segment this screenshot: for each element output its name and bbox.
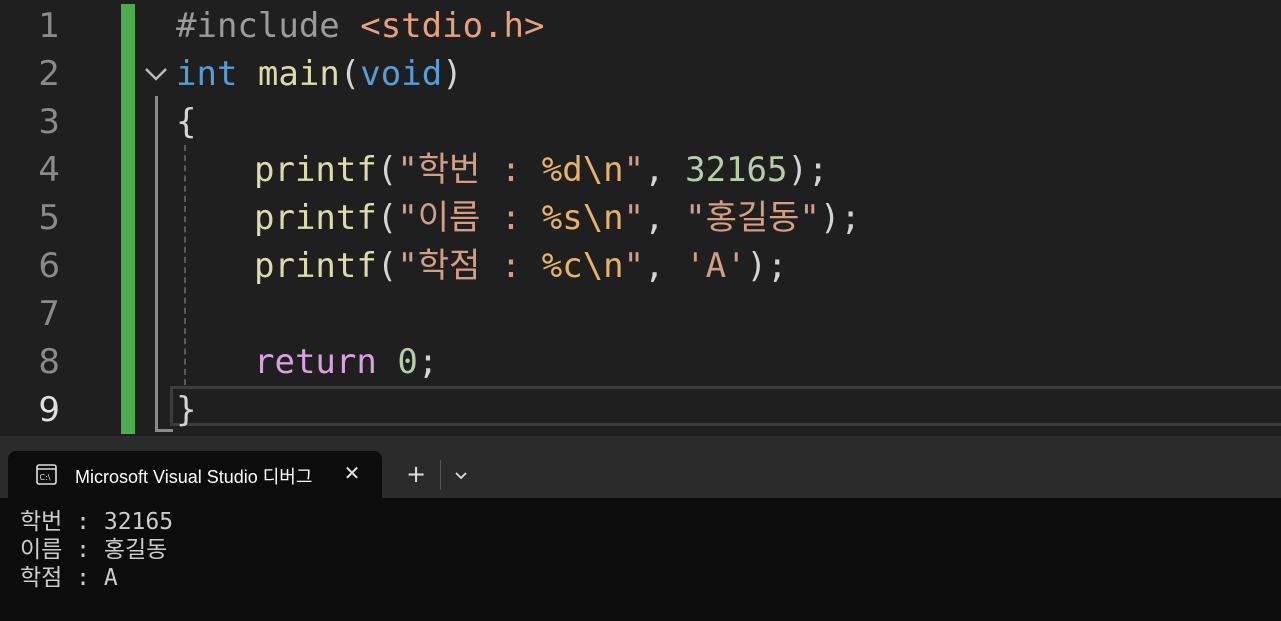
comma: , <box>644 198 686 238</box>
paren: ( <box>376 198 398 238</box>
code-line-3: { <box>176 98 196 146</box>
number-literal: 32165 <box>685 150 788 190</box>
new-tab-button[interactable]: + <box>400 458 432 490</box>
include-header: <stdio.h> <box>360 6 545 46</box>
paren-semicolon: ); <box>819 198 861 238</box>
paren-semicolon: ); <box>746 246 788 286</box>
function-call: printf <box>254 198 377 238</box>
change-tracking-bar <box>121 4 135 434</box>
debug-console-window: C:\ Microsoft Visual Studio 디버그 ✕ + 학번 :… <box>0 436 1281 621</box>
line-number: 8 <box>38 342 60 382</box>
paren: ) <box>442 54 463 94</box>
brace-close: } <box>176 390 197 430</box>
comma: , <box>644 150 686 190</box>
code-line-2: int main(void) <box>176 50 463 98</box>
collapse-chevron-icon[interactable] <box>142 60 170 88</box>
console-icon: C:\ <box>36 464 57 485</box>
char-argument: 'A' <box>685 246 747 286</box>
line-number-active: 9 <box>38 390 60 430</box>
number-literal: 0 <box>397 342 418 382</box>
function-call: printf <box>254 246 377 286</box>
function-name: main <box>257 54 340 94</box>
line-number: 6 <box>38 246 60 286</box>
paren: ( <box>376 246 398 286</box>
return-keyword: return <box>254 342 377 382</box>
string-argument: "홍길동" <box>685 198 820 238</box>
terminal-tab[interactable]: C:\ Microsoft Visual Studio 디버그 ✕ <box>8 451 382 498</box>
current-line-highlight <box>170 386 1281 426</box>
string-quote: " <box>623 198 645 238</box>
string-literal: "학점 : <box>397 246 542 286</box>
chevron-down-icon[interactable] <box>448 460 474 490</box>
string-quote: " <box>623 150 645 190</box>
close-tab-icon[interactable]: ✕ <box>338 459 366 487</box>
format-specifier: %c\n <box>541 246 624 286</box>
indent-guide <box>184 145 186 385</box>
line-number: 5 <box>38 198 60 238</box>
line-number: 1 <box>38 6 60 46</box>
code-editor[interactable]: 1 2 3 4 5 6 7 8 9 #include <stdio.h> int… <box>0 0 1281 436</box>
line-number: 7 <box>38 294 60 334</box>
string-quote: " <box>623 246 645 286</box>
function-call: printf <box>254 150 377 190</box>
line-number: 2 <box>38 54 60 94</box>
format-specifier: %d\n <box>541 150 624 190</box>
string-literal: "이름 : <box>397 198 542 238</box>
scope-bracket-end <box>155 429 173 432</box>
keyword: void <box>360 54 443 94</box>
tab-title: Microsoft Visual Studio 디버그 <box>75 467 313 487</box>
scope-bracket-line <box>155 96 158 432</box>
keyword: int <box>176 54 238 94</box>
string-literal: "학번 : <box>397 150 542 190</box>
paren-semicolon: ); <box>787 150 829 190</box>
code-line-5: printf("이름 : %s\n", "홍길동"); <box>254 194 861 242</box>
brace-open: { <box>176 102 197 142</box>
line-number: 3 <box>38 102 60 142</box>
paren: ( <box>339 54 361 94</box>
code-line-6: printf("학점 : %c\n", 'A'); <box>254 242 787 290</box>
line-number: 4 <box>38 150 60 190</box>
semicolon: ; <box>417 342 439 382</box>
svg-text:C:\: C:\ <box>40 473 51 482</box>
preprocessor-directive: #include <box>176 6 361 46</box>
tab-separator <box>440 460 441 490</box>
output-line: 학점 : A <box>20 565 118 591</box>
format-specifier: %s\n <box>541 198 624 238</box>
output-line: 이름 : 홍길동 <box>20 537 168 563</box>
code-line-8: return 0; <box>254 338 438 386</box>
code-line-4: printf("학번 : %d\n", 32165); <box>254 146 828 194</box>
code-line-1: #include <stdio.h> <box>176 2 544 50</box>
comma: , <box>644 246 686 286</box>
code-line-9: } <box>176 386 196 434</box>
paren: ( <box>376 150 398 190</box>
terminal-tab-bar: C:\ Microsoft Visual Studio 디버그 ✕ + <box>0 436 1281 498</box>
console-output: 학번 : 32165 이름 : 홍길동 학점 : A <box>20 508 173 592</box>
output-line: 학번 : 32165 <box>20 509 174 535</box>
